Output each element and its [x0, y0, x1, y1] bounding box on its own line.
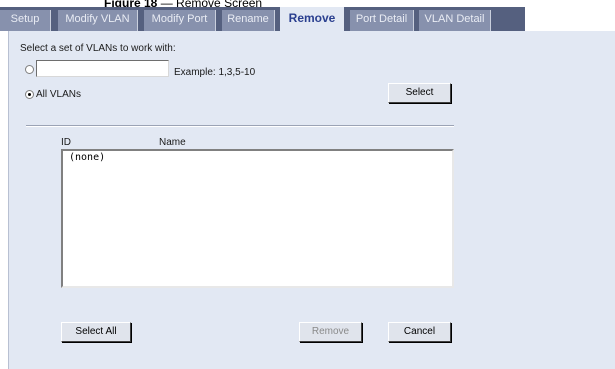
- select-button[interactable]: Select: [388, 83, 451, 103]
- tab-modify-port[interactable]: Modify Port: [144, 10, 216, 31]
- radio-selected-dot: [28, 93, 31, 96]
- all-vlans-label: All VLANs: [36, 89, 82, 100]
- all-vlans-radio[interactable]: [25, 90, 34, 99]
- remove-button: Remove: [299, 322, 362, 342]
- tab-bar: Setup Modify VLAN Modify Port Rename Rem…: [0, 7, 615, 31]
- tab-strip: Setup Modify VLAN Modify Port Rename Rem…: [0, 7, 525, 31]
- tab-modify-vlan[interactable]: Modify VLAN: [58, 10, 138, 31]
- vlan-list-radio[interactable]: [25, 65, 34, 74]
- tab-vlan-detail[interactable]: VLAN Detail: [419, 10, 491, 31]
- tab-remove[interactable]: Remove: [280, 7, 344, 31]
- tab-rename[interactable]: Rename: [222, 10, 275, 31]
- vlan-example-hint: Example: 1,3,5-10: [174, 67, 256, 78]
- cancel-button[interactable]: Cancel: [388, 322, 451, 342]
- vlan-list-input[interactable]: [36, 60, 169, 77]
- select-all-button[interactable]: Select All: [61, 322, 131, 342]
- name-column-header: Name: [159, 137, 186, 148]
- remove-panel: Select a set of VLANs to work with: Exam…: [8, 31, 615, 369]
- vlan-set-prompt: Select a set of VLANs to work with:: [20, 43, 176, 54]
- section-divider: [26, 125, 454, 127]
- vlan-listbox[interactable]: (none): [61, 149, 454, 288]
- tab-setup[interactable]: Setup: [0, 10, 51, 31]
- id-column-header: ID: [61, 137, 71, 148]
- tab-port-detail[interactable]: Port Detail: [350, 10, 414, 31]
- list-item[interactable]: (none): [69, 152, 105, 163]
